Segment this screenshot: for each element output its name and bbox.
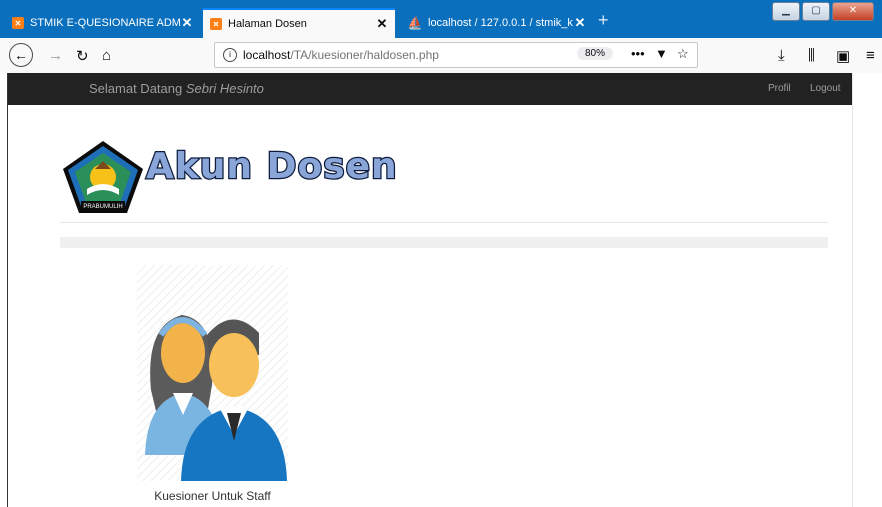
content-well [60, 237, 828, 248]
back-arrow-icon[interactable]: ← [9, 43, 33, 67]
reload-icon[interactable]: ↻ [76, 47, 89, 65]
library-icon[interactable]: ⫼ [808, 47, 815, 64]
scrollbar[interactable] [852, 73, 882, 507]
navigation-toolbar: ← → ↻ ⌂ i localhost/TA/kuesioner/haldose… [0, 38, 882, 74]
close-icon[interactable]: ✕ [180, 15, 194, 31]
phpmyadmin-icon: ⛵ [407, 16, 423, 30]
url-text: localhost/TA/kuesioner/haldosen.php [243, 48, 439, 62]
new-tab-button[interactable]: + [598, 10, 609, 31]
profil-link[interactable]: Profil [768, 83, 791, 94]
info-icon[interactable]: i [223, 48, 237, 62]
bookmark-star-icon[interactable]: ☆ [677, 46, 689, 62]
staff-card[interactable] [137, 265, 288, 481]
card-label[interactable]: Kuesioner Untuk Staff [137, 489, 288, 503]
pocket-icon[interactable]: ▼ [655, 46, 668, 61]
download-icon[interactable]: ⤓ [778, 47, 785, 64]
xampp-icon: ✕ [12, 17, 24, 29]
tab-strip: ✕ STMIK E-QUESIONAIRE ADMIN ✕ ✕ Halaman … [0, 0, 882, 38]
menu-icon[interactable]: ≡ [866, 47, 875, 64]
logo-caption: PRABUMULIH [83, 204, 122, 210]
zoom-indicator[interactable]: 80% [577, 47, 614, 60]
close-icon[interactable]: ✕ [375, 16, 389, 32]
sidebar-icon[interactable]: ▣ [836, 47, 850, 65]
institution-logo: PRABUMULIH [61, 139, 145, 215]
home-icon[interactable]: ⌂ [102, 47, 111, 64]
page-actions-icon[interactable]: ••• [631, 46, 645, 61]
window-left-edge [0, 73, 8, 507]
maximize-button[interactable]: ▢ [802, 2, 830, 21]
site-header: Selamat Datang Sebri Hesinto Profil Logo… [8, 73, 852, 105]
tab-title: Halaman Dosen [228, 18, 307, 30]
tab-halaman-dosen[interactable]: ✕ Halaman Dosen ✕ [203, 8, 395, 38]
welcome-text: Selamat Datang Sebri Hesinto [89, 81, 264, 96]
minimize-button[interactable]: ▁ [772, 2, 800, 21]
page-title: Akun Dosen [145, 145, 398, 189]
tab-title: localhost / 127.0.0.1 / stmik_ku [428, 17, 573, 29]
divider [60, 222, 828, 223]
tab-phpmyadmin[interactable]: ⛵ localhost / 127.0.0.1 / stmik_ku ✕ [401, 10, 593, 36]
forward-arrow-icon[interactable]: → [48, 47, 63, 64]
tab-admin[interactable]: ✕ STMIK E-QUESIONAIRE ADMIN ✕ [5, 10, 200, 36]
close-icon[interactable]: ✕ [573, 15, 587, 31]
staff-people-icon [137, 265, 288, 481]
window-close-button[interactable]: ✕ [832, 2, 874, 21]
window-controls: ▁ ▢ ✕ [772, 2, 874, 21]
logout-link[interactable]: Logout [810, 83, 841, 94]
xampp-icon: ✕ [210, 18, 222, 30]
tab-title: STMIK E-QUESIONAIRE ADMIN [30, 17, 180, 29]
url-bar[interactable]: i localhost/TA/kuesioner/haldosen.php 80… [214, 42, 698, 68]
